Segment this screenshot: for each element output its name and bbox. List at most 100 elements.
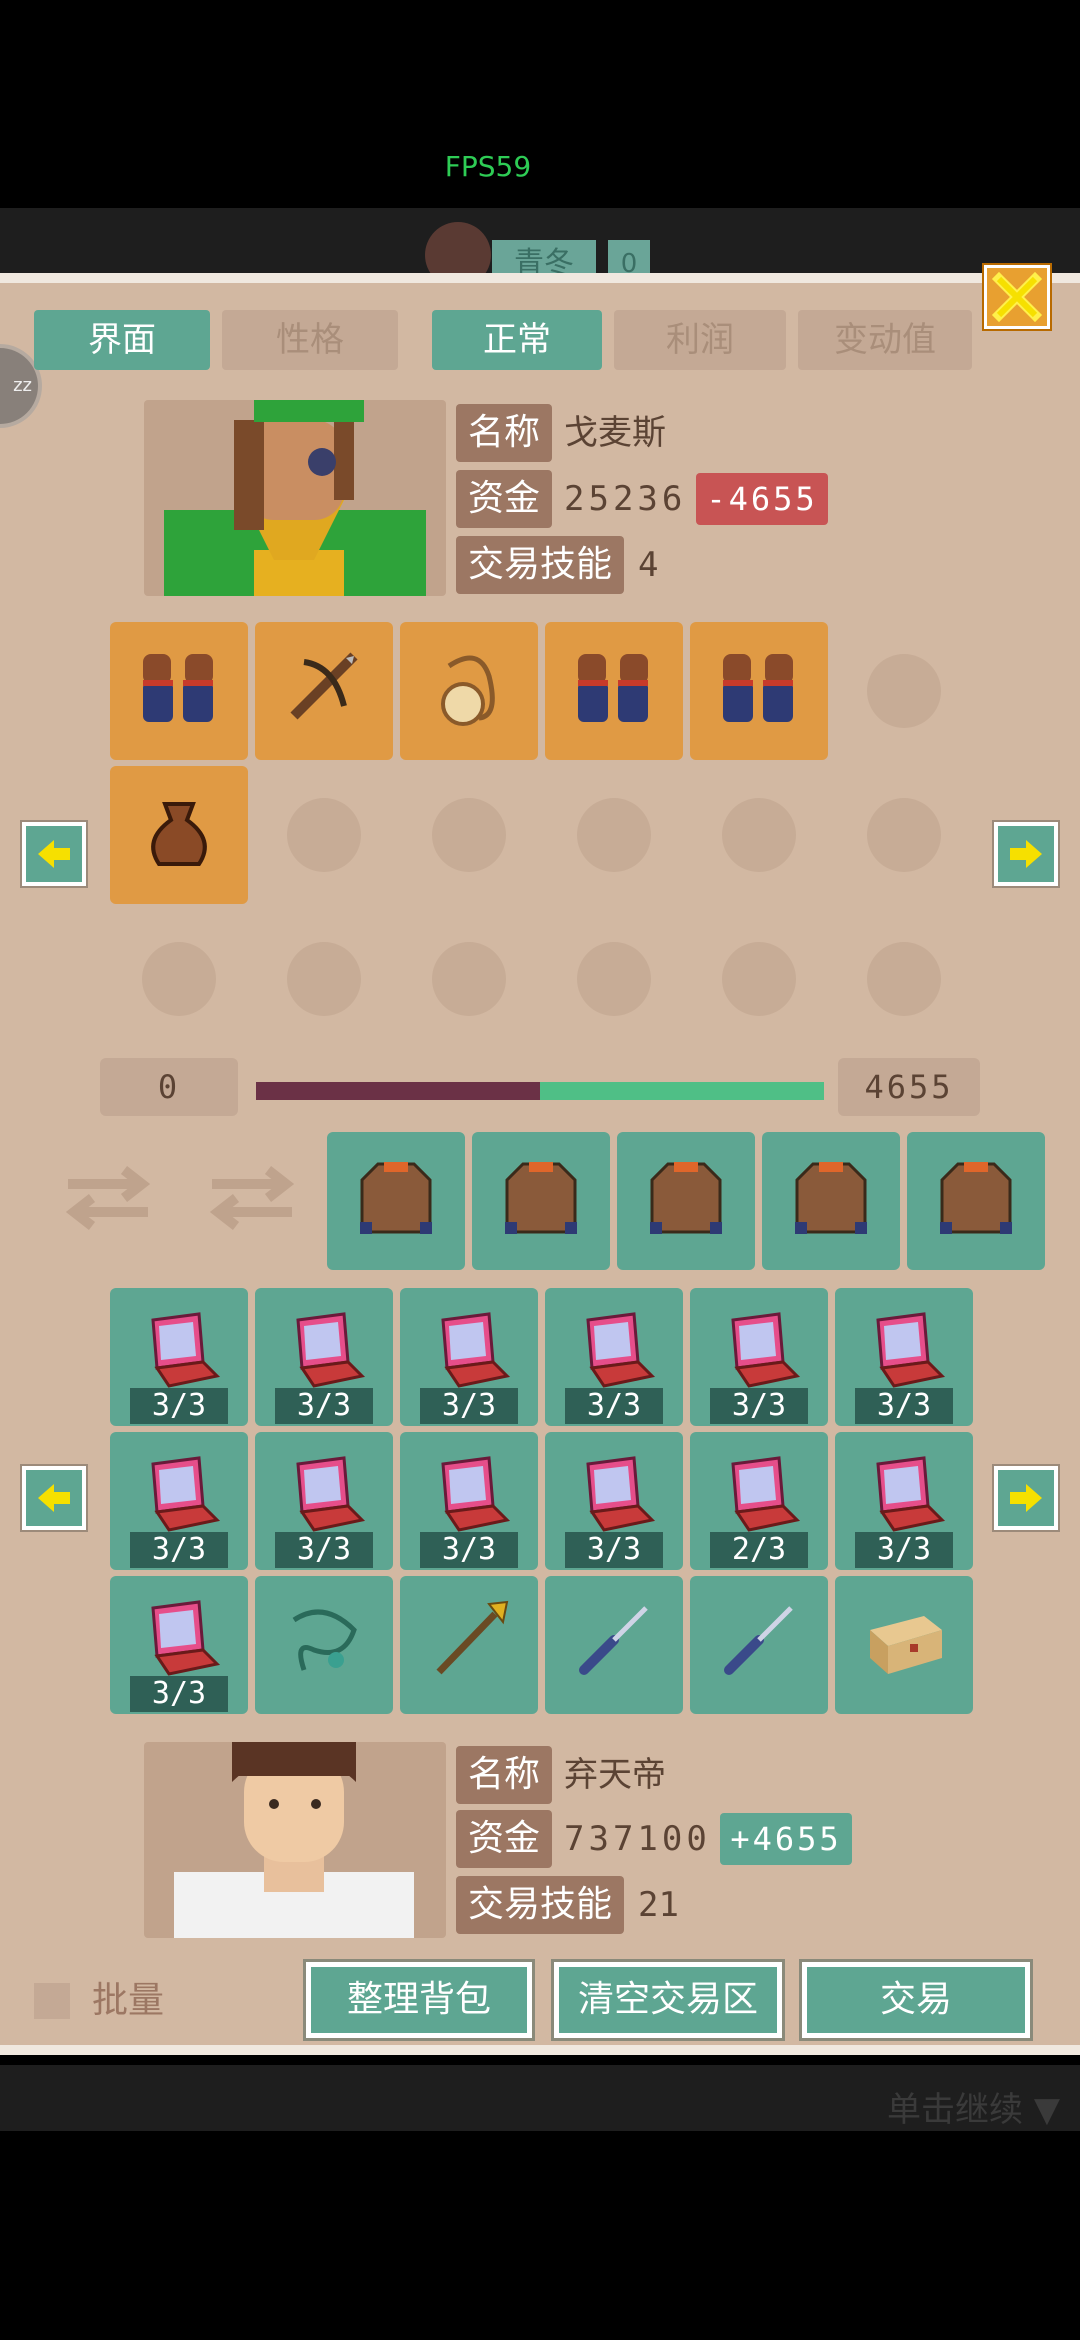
trade-slot[interactable] xyxy=(617,1132,755,1270)
balance-right-value: 4655 xyxy=(838,1058,980,1116)
jacket-icon xyxy=(781,1146,881,1246)
laptop-icon xyxy=(854,1302,954,1402)
player-slot[interactable]: 3/3 xyxy=(690,1288,828,1426)
swap-icon[interactable] xyxy=(202,1160,302,1236)
pouch-icon xyxy=(129,780,229,880)
player-slot[interactable]: 3/3 xyxy=(110,1432,248,1570)
player-slot[interactable] xyxy=(835,1576,973,1714)
merchant-name: 戈麦斯 xyxy=(564,413,666,453)
arrow-left-icon xyxy=(38,840,70,868)
empty-slot[interactable] xyxy=(432,798,506,872)
jacket-icon xyxy=(346,1146,446,1246)
empty-slot[interactable] xyxy=(287,798,361,872)
player-funds-delta: +4655 xyxy=(720,1813,852,1865)
laptop-icon xyxy=(709,1302,809,1402)
gloves-icon xyxy=(564,636,664,736)
trade-slot[interactable] xyxy=(762,1132,900,1270)
merchant-prev-page-button[interactable] xyxy=(22,822,86,886)
jacket-icon xyxy=(636,1146,736,1246)
trade-slot[interactable] xyxy=(907,1132,1045,1270)
jacket-icon xyxy=(491,1146,591,1246)
screwdriver-icon xyxy=(564,1590,664,1690)
item-count: 3/3 xyxy=(420,1532,518,1568)
continue-label: 单击继续 xyxy=(887,2090,1024,2130)
item-count: 3/3 xyxy=(130,1388,228,1424)
player-slot[interactable]: 3/3 xyxy=(545,1288,683,1426)
laptop-icon xyxy=(274,1446,374,1546)
laptop-icon xyxy=(274,1302,374,1402)
empty-slot[interactable] xyxy=(142,942,216,1016)
merchant-skill: 4 xyxy=(638,545,659,585)
player-slot[interactable]: 3/3 xyxy=(255,1288,393,1426)
merchant-slot[interactable] xyxy=(690,622,828,760)
trade-slot[interactable] xyxy=(327,1132,465,1270)
empty-slot[interactable] xyxy=(867,942,941,1016)
player-slot[interactable] xyxy=(400,1576,538,1714)
empty-slot[interactable] xyxy=(722,942,796,1016)
player-next-page-button[interactable] xyxy=(994,1466,1058,1530)
player-slot[interactable]: 3/3 xyxy=(835,1432,973,1570)
tab-personality[interactable]: 性格 xyxy=(222,310,398,370)
fps-counter: FPS59 xyxy=(444,150,532,183)
player-slot[interactable]: 2/3 xyxy=(690,1432,828,1570)
player-slot[interactable]: 3/3 xyxy=(110,1288,248,1426)
item-count: 3/3 xyxy=(855,1388,953,1424)
laptop-icon xyxy=(564,1302,664,1402)
tab-change-value[interactable]: 变动值 xyxy=(798,310,972,370)
empty-slot[interactable] xyxy=(577,942,651,1016)
item-count: 3/3 xyxy=(275,1532,373,1568)
player-slot[interactable]: 3/3 xyxy=(835,1288,973,1426)
player-funds: 737100 xyxy=(564,1819,711,1859)
item-count: 3/3 xyxy=(710,1388,808,1424)
trade-slot[interactable] xyxy=(472,1132,610,1270)
laptop-icon xyxy=(419,1302,519,1402)
clear-trade-zone-button[interactable]: 清空交易区 xyxy=(554,1962,782,2038)
player-slot[interactable]: 3/3 xyxy=(110,1576,248,1714)
balance-bar-fill xyxy=(256,1082,540,1100)
merchant-slot[interactable] xyxy=(400,622,538,760)
merchant-next-page-button[interactable] xyxy=(994,822,1058,886)
player-slot[interactable] xyxy=(545,1576,683,1714)
continue-prompt[interactable]: 单击继续 ▼ xyxy=(887,2082,1060,2131)
arrow-right-icon xyxy=(1010,1484,1042,1512)
merchant-funds-label: 资金 xyxy=(456,470,552,528)
player-slot[interactable] xyxy=(255,1576,393,1714)
laptop-icon xyxy=(129,1590,229,1690)
batch-checkbox[interactable] xyxy=(34,1983,70,2019)
player-name: 弃天帝 xyxy=(564,1755,666,1795)
player-slot[interactable]: 3/3 xyxy=(400,1288,538,1426)
trade-button[interactable]: 交易 xyxy=(802,1962,1030,2038)
laptop-icon xyxy=(564,1446,664,1546)
laptop-icon xyxy=(129,1446,229,1546)
tab-profit[interactable]: 利润 xyxy=(614,310,786,370)
item-count: 3/3 xyxy=(565,1532,663,1568)
merchant-funds: 25236 xyxy=(564,479,687,519)
player-name-label: 名称 xyxy=(456,1746,552,1804)
tab-normal[interactable]: 正常 xyxy=(432,310,602,370)
laptop-icon xyxy=(854,1446,954,1546)
player-slot[interactable] xyxy=(690,1576,828,1714)
empty-slot[interactable] xyxy=(867,798,941,872)
empty-slot[interactable] xyxy=(577,798,651,872)
player-slot[interactable]: 3/3 xyxy=(545,1432,683,1570)
empty-slot[interactable] xyxy=(287,942,361,1016)
jacket-icon xyxy=(926,1146,1026,1246)
laptop-icon xyxy=(129,1302,229,1402)
merchant-slot[interactable] xyxy=(255,622,393,760)
empty-slot[interactable] xyxy=(722,798,796,872)
close-button[interactable] xyxy=(984,265,1050,329)
player-slot[interactable]: 3/3 xyxy=(400,1432,538,1570)
crossbow-icon xyxy=(274,636,374,736)
balance-bar xyxy=(256,1082,824,1100)
sort-bag-button[interactable]: 整理背包 xyxy=(306,1962,532,2038)
empty-slot[interactable] xyxy=(867,654,941,728)
player-prev-page-button[interactable] xyxy=(22,1466,86,1530)
merchant-slot[interactable] xyxy=(545,622,683,760)
tab-interface[interactable]: 界面 xyxy=(34,310,210,370)
empty-slot[interactable] xyxy=(432,942,506,1016)
batch-label: 批量 xyxy=(92,1980,165,2021)
merchant-slot[interactable] xyxy=(110,622,248,760)
merchant-slot[interactable] xyxy=(110,766,248,904)
swap-icon[interactable] xyxy=(58,1160,158,1236)
player-slot[interactable]: 3/3 xyxy=(255,1432,393,1570)
